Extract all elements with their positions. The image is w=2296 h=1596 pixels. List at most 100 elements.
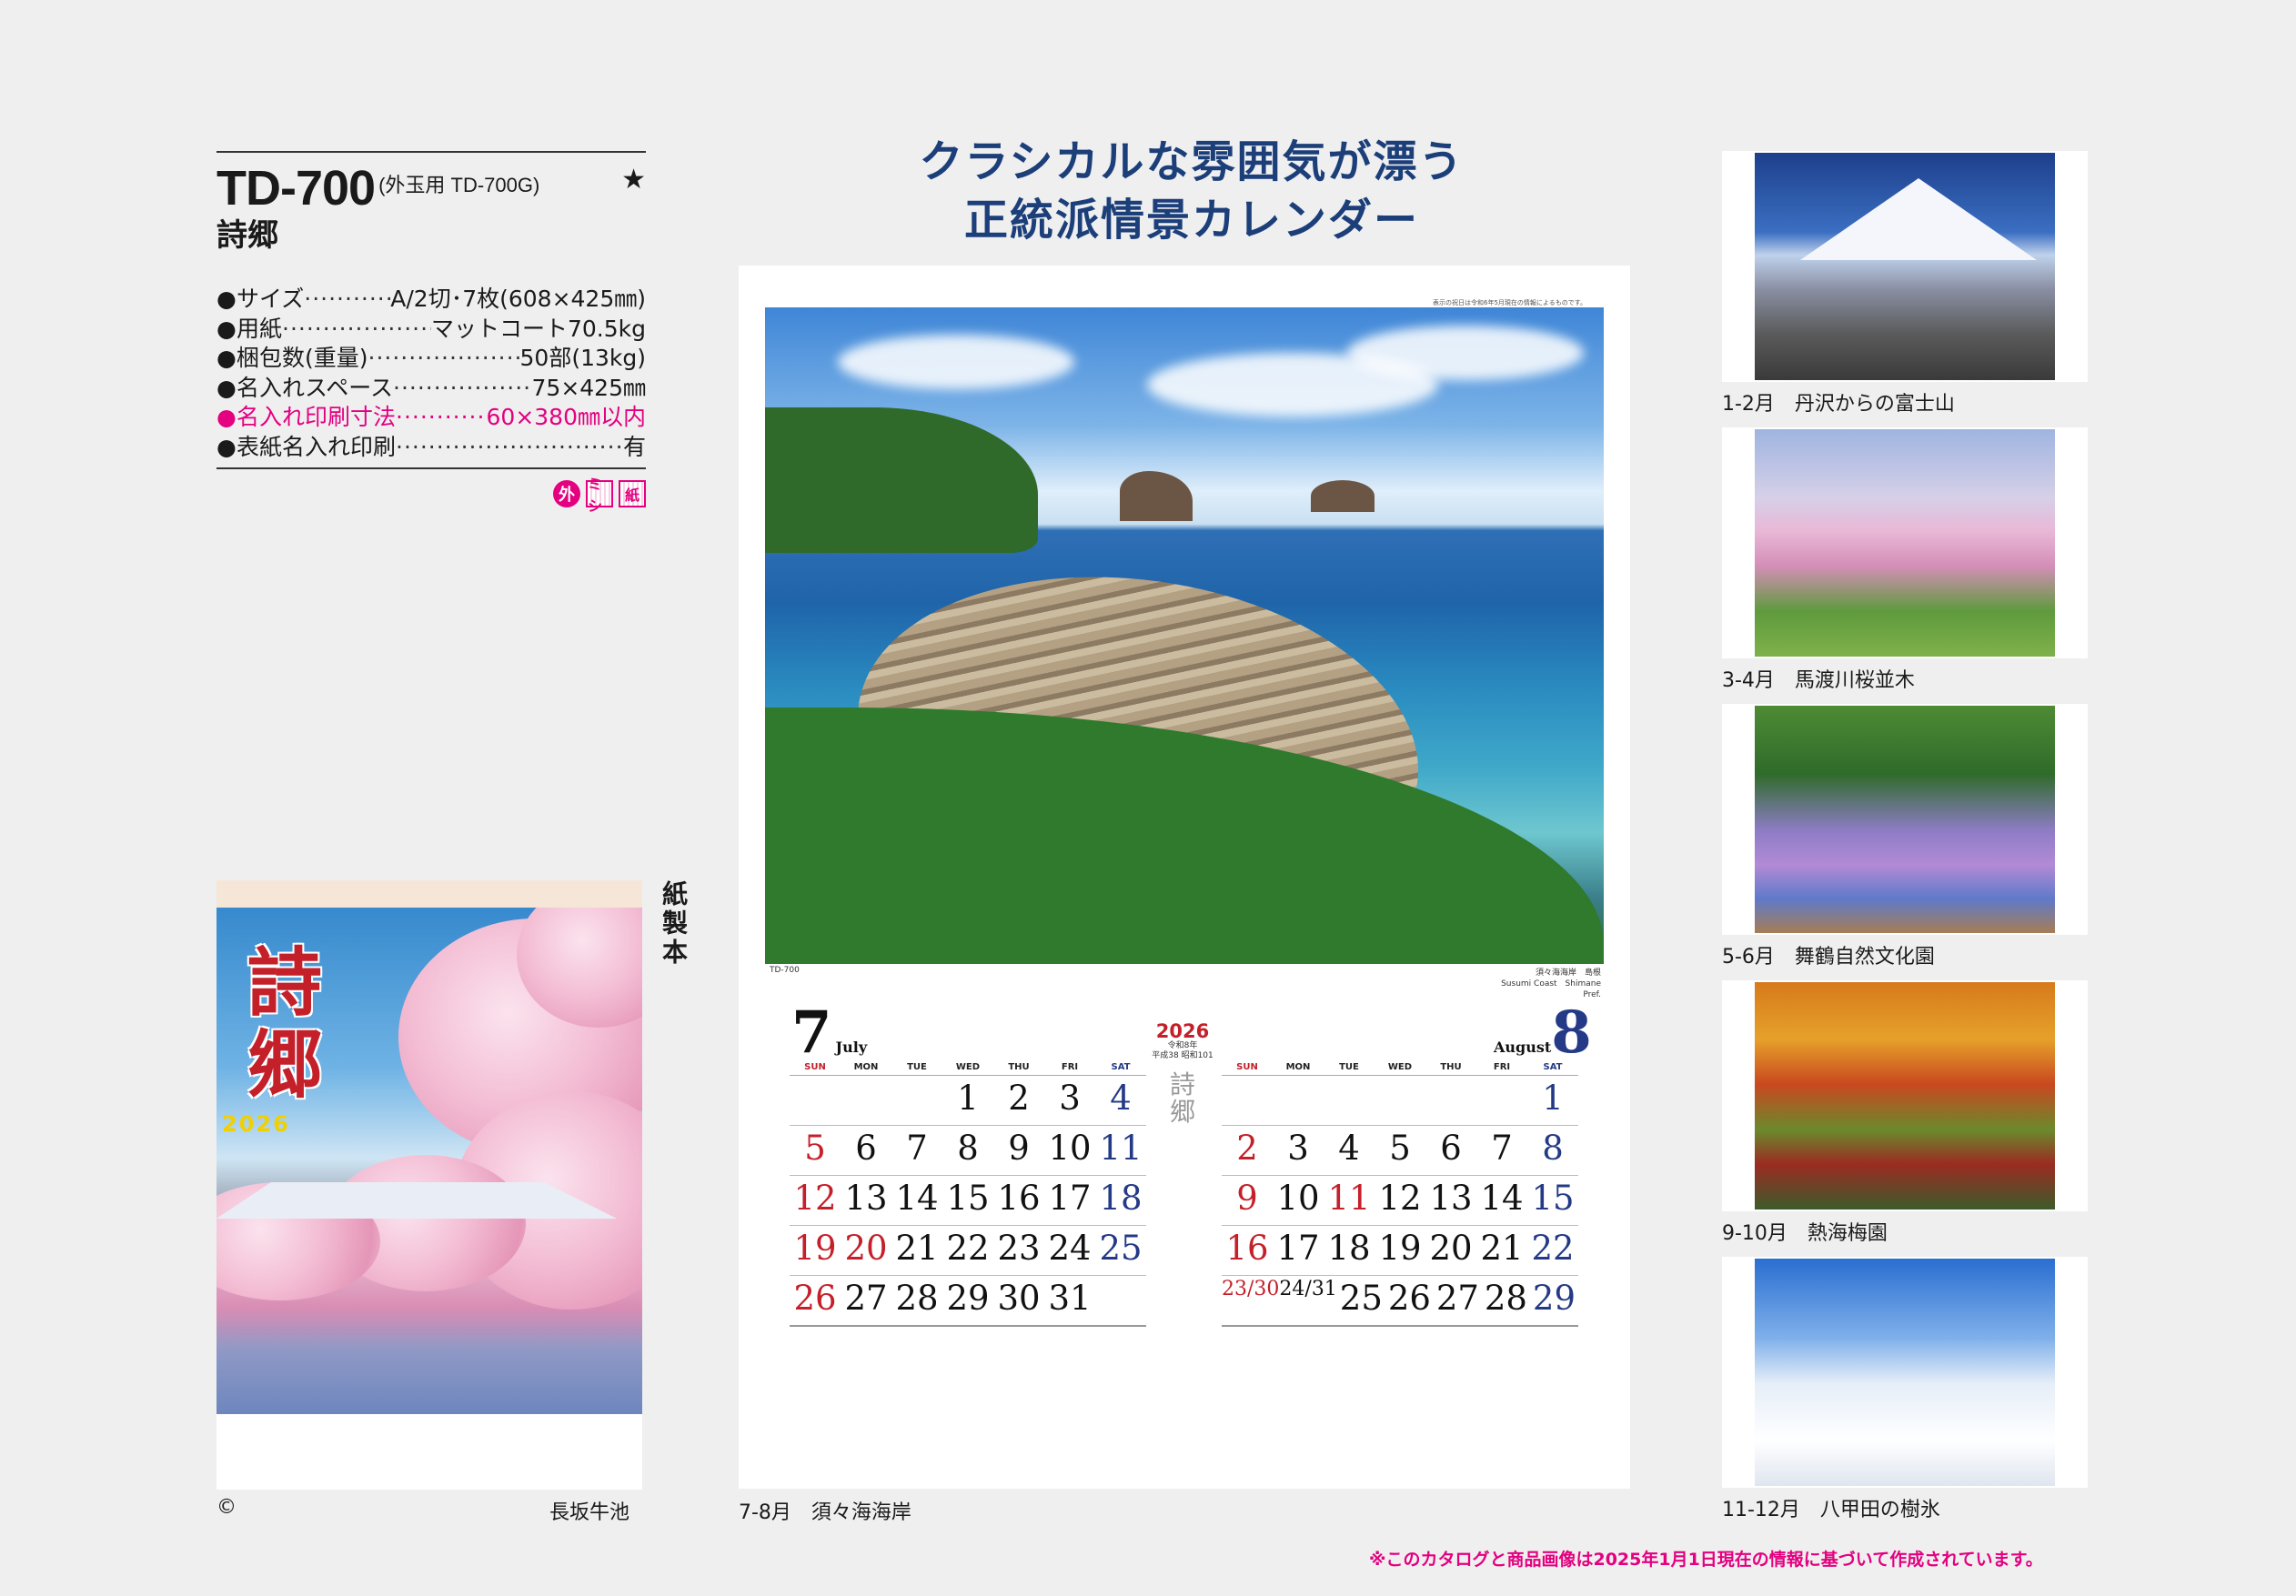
spec-value: 75×425㎜ [531, 374, 646, 401]
photo-caption-en: Susumi Coast Shimane Pref. [1501, 979, 1601, 999]
day-cell: 14 [895, 1179, 939, 1218]
weekday-label: THU [1440, 1062, 1462, 1072]
day-cell: 13 [1429, 1179, 1473, 1218]
day-cell [1324, 1076, 1375, 1125]
thumbnail-2-image [1755, 429, 2055, 657]
week-row: 19 20 21 22 23 24 25 [790, 1226, 1146, 1276]
month-2-header: August8 [1490, 1004, 1592, 1062]
headline: クラシカルな雰囲気が漂う 正統派情景カレンダー [746, 133, 1637, 249]
day-cell [790, 1076, 841, 1125]
spec-leader [304, 285, 390, 315]
bullet-icon: ● [217, 433, 237, 460]
weekday-label: WED [1387, 1062, 1413, 1072]
weekday-label: FRI [1061, 1062, 1079, 1072]
day-cell: 11 [1099, 1129, 1143, 1168]
bullet-icon: ● [217, 286, 237, 312]
cover-title: 詩郷 [247, 939, 323, 1109]
week-row: 9 10 11 12 13 14 15 [1222, 1176, 1578, 1226]
week-row: 26 27 28 29 30 31 [790, 1276, 1146, 1327]
month-1-number: 7 [791, 999, 832, 1067]
spec-value: 有 [622, 433, 646, 460]
day-cell: 27 [1435, 1279, 1479, 1318]
day-cell: 18 [1327, 1229, 1371, 1268]
weekday-label: FRI [1493, 1062, 1511, 1072]
bullet-icon: ● [217, 315, 237, 342]
weekday-label: SUN [1236, 1062, 1258, 1072]
spec-label: 名入れ印刷寸法 [237, 404, 397, 430]
day-cell: 14 [1480, 1179, 1524, 1218]
day-cell: 22 [946, 1229, 990, 1268]
day-cell [841, 1076, 891, 1125]
spec-top-rule [217, 151, 646, 153]
day-cell: 24 [1048, 1229, 1092, 1268]
day-cell: 10 [1048, 1129, 1092, 1168]
day-cell: 19 [793, 1229, 837, 1268]
model-number: TD-700 [217, 161, 376, 216]
day-cell: 17 [1276, 1229, 1320, 1268]
weekday-label: TUE [1339, 1062, 1359, 1072]
day-cell: 10 [1276, 1179, 1320, 1218]
day-cell [891, 1076, 942, 1125]
thumbnail-2-caption: 3-4月 馬渡川桜並木 [1722, 669, 1915, 692]
day-cell: 29 [946, 1279, 990, 1318]
weekday-label: SUN [804, 1062, 826, 1072]
headline-line-1: クラシカルな雰囲気が漂う [919, 136, 1465, 187]
spec-leader [396, 433, 623, 463]
day-cell: 8 [957, 1129, 979, 1168]
day-cell: 7 [1491, 1129, 1513, 1168]
feature-badges: 外ミシ紙 [217, 476, 646, 515]
day-cell: 15 [1531, 1179, 1575, 1218]
month-2-number: 8 [1551, 999, 1592, 1067]
month-1-name: July [835, 1039, 868, 1056]
day-cell: 2 [1236, 1129, 1258, 1168]
spec-item: ●用紙 マットコート70.5kg [217, 315, 646, 345]
cover-year: 2026 [222, 1111, 290, 1137]
spec-value: A/2切･7枚(608×425㎜) [390, 286, 646, 312]
day-cell: 3 [1059, 1079, 1081, 1118]
product-spec-block: TD-700(外玉用 TD-700G) ★ 詩郷 ●サイズA/2切･7枚(608… [217, 151, 646, 515]
thumbnail-1 [1722, 151, 2088, 382]
day-cell: 28 [1484, 1279, 1527, 1318]
day-cell: 29 [1532, 1279, 1576, 1318]
weekday-label: WED [955, 1062, 981, 1072]
spec-leader [368, 344, 520, 374]
week-row: 23/30 24/31 25 26 27 28 29 [1222, 1276, 1578, 1327]
day-cell: 26 [1387, 1279, 1431, 1318]
copyright-mark: © [217, 1496, 237, 1519]
photo-caption-jp: 須々海海岸 島根 [1535, 969, 1601, 978]
model-sub: (外玉用 TD-700G) [378, 174, 540, 196]
spec-list: ●サイズA/2切･7枚(608×425㎜)●用紙マットコート70.5kg●梱包数… [217, 285, 646, 462]
bullet-icon: ● [217, 345, 237, 371]
spec-value: 50部(13kg) [519, 345, 646, 371]
thumbnail-3 [1722, 704, 2088, 935]
day-cell: 15 [946, 1179, 990, 1218]
day-cell: 1 [957, 1079, 979, 1118]
week-row: 5 6 7 8 9 10 11 [790, 1126, 1146, 1176]
day-cell [1095, 1276, 1146, 1325]
day-cell: 30 [997, 1279, 1041, 1318]
day-cell [1425, 1076, 1476, 1125]
thumbnail-4-image [1755, 982, 2055, 1210]
spec-bottom-rule [217, 467, 646, 469]
feature-badge: 外 [553, 480, 580, 507]
week-row: 16 17 18 19 20 21 22 [1222, 1226, 1578, 1276]
day-cell: 4 [1110, 1079, 1132, 1118]
feature-badge: 紙 [619, 480, 646, 507]
thumbnail-1-image [1755, 153, 2055, 380]
day-cell: 13 [844, 1179, 888, 1218]
product-name: 詩郷 [217, 217, 278, 254]
day-cell [1273, 1076, 1324, 1125]
brand-mark: 詩郷 [1169, 1069, 1195, 1127]
star-icon: ★ [621, 164, 646, 196]
spec-label: サイズ [237, 286, 305, 312]
day-cell: 22 [1531, 1229, 1575, 1268]
weekday-label: THU [1008, 1062, 1030, 1072]
day-cell: 5 [804, 1129, 826, 1168]
weekday-header-row: SUN MON TUE WED THU FRI SAT [790, 1062, 1146, 1076]
day-cell: 16 [1225, 1229, 1269, 1268]
day-cell: 17 [1048, 1179, 1092, 1218]
day-cell [1222, 1076, 1273, 1125]
feature-badge: ミシ [586, 476, 613, 515]
day-cell: 19 [1378, 1229, 1422, 1268]
spec-value: マットコート70.5kg [430, 315, 646, 342]
